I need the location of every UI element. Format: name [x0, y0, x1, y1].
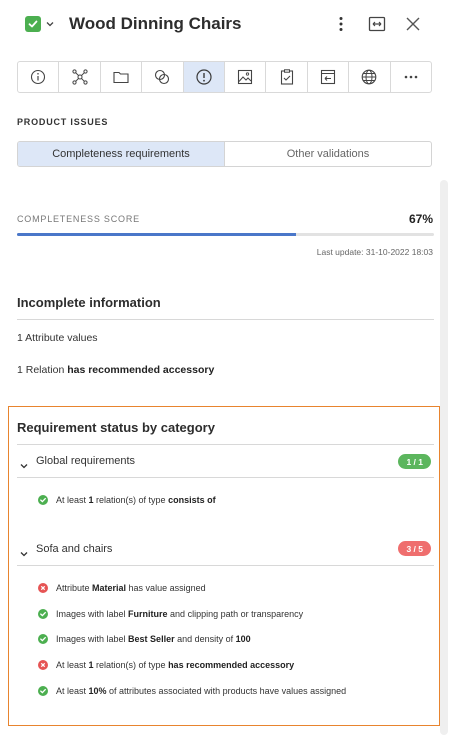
more-icon [404, 75, 418, 79]
import-tab-button[interactable] [308, 62, 350, 92]
incomplete-relation[interactable]: 1 Relation has recommended accessory [17, 364, 214, 376]
incomplete-item-relation-name: has recommended accessory [67, 364, 215, 376]
clipboard-check-icon [280, 69, 293, 85]
info-tab-button[interactable] [18, 62, 60, 92]
divider [17, 444, 434, 445]
incomplete-item-text: 1 Attribute values [17, 332, 98, 344]
x-circle-icon [38, 660, 48, 670]
requirement-item: At least 1 relation(s) of type consists … [38, 494, 216, 506]
divider [17, 477, 434, 478]
category-sofa-and-chairs[interactable]: Sofa and chairs [36, 543, 112, 555]
status-badge: 3 / 5 [398, 541, 431, 556]
media-tab-button[interactable] [225, 62, 267, 92]
completeness-progress-fill [17, 233, 297, 236]
import-icon [320, 69, 336, 85]
check-circle-icon [38, 495, 48, 505]
requirement-status-title: Requirement status by category [17, 420, 215, 435]
issues-tabs: Completeness requirements Other validati… [17, 141, 432, 167]
panel-toolbar [17, 61, 432, 93]
variants-tab-button[interactable] [142, 62, 184, 92]
incomplete-attribute-values[interactable]: 1 Attribute values [17, 332, 98, 344]
image-icon [238, 69, 253, 85]
more-vertical-icon[interactable] [331, 14, 351, 34]
chevron-down-icon[interactable] [19, 545, 29, 557]
alert-circle-icon [196, 69, 212, 85]
tab-completeness-requirements[interactable]: Completeness requirements [18, 142, 225, 166]
check-circle-icon [38, 634, 48, 644]
folder-tab-button[interactable] [101, 62, 143, 92]
check-circle-icon [38, 609, 48, 619]
chevron-down-icon[interactable] [19, 457, 29, 469]
overlap-circles-icon [155, 69, 170, 85]
requirement-item: At least 10% of attributes associated wi… [38, 685, 346, 697]
requirement-text: Images with label Best Seller and densit… [56, 634, 251, 644]
requirement-item: Images with label Furniture and clipping… [38, 608, 303, 620]
expand-horizontal-icon[interactable] [367, 14, 387, 34]
issues-tab-button[interactable] [183, 62, 226, 92]
completeness-progress-bar [17, 233, 434, 236]
requirement-text: At least 1 relation(s) of type consists … [56, 495, 216, 505]
scrollbar[interactable] [440, 180, 448, 735]
more-tab-button[interactable] [391, 62, 431, 92]
requirement-status-highlight [8, 406, 440, 726]
localization-tab-button[interactable] [349, 62, 391, 92]
tab-other-validations[interactable]: Other validations [225, 142, 431, 166]
page-title: Wood Dinning Chairs [69, 14, 242, 33]
tasks-tab-button[interactable] [266, 62, 308, 92]
completeness-score-value: 67% [408, 212, 433, 226]
folder-icon [113, 71, 129, 84]
close-icon[interactable] [403, 14, 423, 34]
divider [17, 565, 434, 566]
panel-header: Wood Dinning Chairs [0, 0, 449, 50]
requirement-item: At least 1 relation(s) of type has recom… [38, 659, 294, 671]
completeness-score-label: COMPLETENESS SCORE [17, 214, 140, 224]
requirement-text: At least 1 relation(s) of type has recom… [56, 660, 295, 670]
requirement-item: Attribute Material has value assigned [38, 582, 206, 594]
network-icon [72, 69, 88, 85]
requirement-text: At least 10% of attributes associated wi… [56, 686, 347, 696]
category-global-requirements[interactable]: Global requirements [36, 455, 135, 467]
requirement-text: Attribute Material has value assigned [56, 583, 206, 593]
chevron-down-icon[interactable] [45, 17, 55, 29]
product-issues-label: PRODUCT ISSUES [17, 117, 109, 127]
globe-icon [362, 69, 377, 85]
last-update-text: Last update: 31-10-2022 18:03 [316, 247, 433, 257]
info-icon [31, 69, 46, 85]
check-circle-icon [38, 686, 48, 696]
status-check-icon[interactable] [25, 16, 41, 32]
relations-tab-button[interactable] [59, 62, 101, 92]
status-badge: 1 / 1 [398, 454, 431, 469]
incomplete-item-text: 1 Relation [17, 364, 68, 376]
divider [17, 319, 434, 320]
requirement-text: Images with label Furniture and clipping… [56, 609, 304, 619]
incomplete-information-title: Incomplete information [17, 295, 161, 310]
requirement-item: Images with label Best Seller and densit… [38, 633, 251, 645]
x-circle-icon [38, 583, 48, 593]
